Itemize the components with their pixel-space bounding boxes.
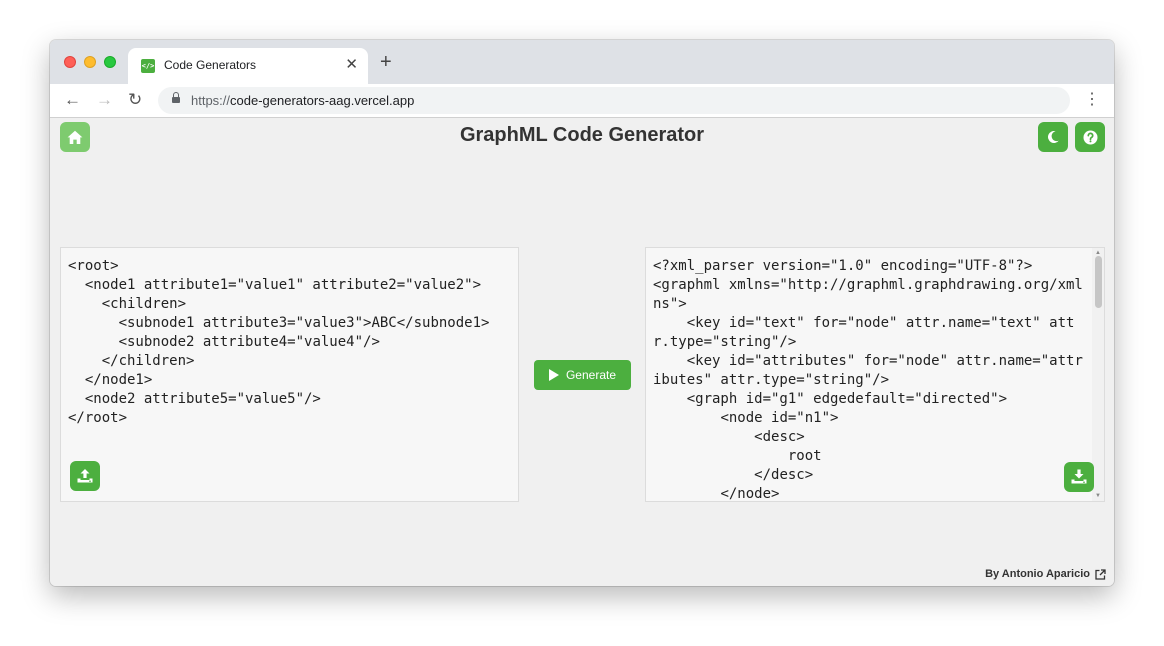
theme-toggle-button[interactable] bbox=[1038, 122, 1068, 152]
address-bar[interactable]: https://code-generators-aag.vercel.app bbox=[158, 87, 1070, 114]
browser-tab[interactable]: </> Code Generators ✕ bbox=[128, 48, 368, 84]
author-credit: By Antonio Aparicio bbox=[985, 568, 1090, 580]
code-favicon-icon: </> bbox=[141, 59, 155, 73]
maximize-window-button[interactable] bbox=[104, 56, 116, 68]
url-host: code-generators-aag.vercel.app bbox=[230, 93, 415, 108]
url-text[interactable]: https://code-generators-aag.vercel.app bbox=[191, 93, 414, 108]
output-code-text[interactable]: <?xml_parser version="1.0" encoding="UTF… bbox=[646, 248, 1104, 501]
forward-button[interactable]: → bbox=[96, 90, 113, 110]
scroll-thumb[interactable] bbox=[1095, 256, 1102, 308]
close-window-button[interactable] bbox=[64, 56, 76, 68]
author-credit-link[interactable]: By Antonio Aparicio bbox=[985, 568, 1106, 580]
input-editor[interactable]: <root> <node1 attribute1="value1" attrib… bbox=[60, 247, 519, 502]
lock-icon bbox=[172, 92, 180, 105]
close-tab-icon[interactable]: ✕ bbox=[345, 56, 358, 74]
scroll-down-icon[interactable]: ▼ bbox=[1095, 493, 1101, 499]
new-tab-button[interactable]: + bbox=[380, 52, 392, 72]
reload-button[interactable]: ↻ bbox=[128, 90, 142, 110]
generate-button[interactable]: Generate bbox=[534, 360, 631, 390]
url-scheme: https:// bbox=[191, 93, 231, 108]
page-title: GraphML Code Generator bbox=[459, 124, 705, 146]
browser-menu-icon[interactable]: ⋮ bbox=[1084, 90, 1100, 110]
output-scrollbar[interactable]: ▲ ▼ bbox=[1092, 248, 1104, 501]
moon-icon bbox=[1048, 130, 1059, 143]
browser-toolbar: ← → ↻ https://code-generators-aag.vercel… bbox=[50, 84, 1114, 118]
download-button[interactable] bbox=[1064, 462, 1094, 492]
browser-window: </> Code Generators ✕ + ← → ↻ https://co… bbox=[50, 40, 1114, 586]
play-icon bbox=[548, 369, 559, 381]
help-button[interactable] bbox=[1075, 122, 1105, 152]
upload-icon bbox=[77, 469, 93, 483]
external-link-icon bbox=[1095, 568, 1106, 580]
download-icon bbox=[1071, 469, 1087, 484]
question-icon bbox=[1083, 130, 1097, 144]
input-code-text[interactable]: <root> <node1 attribute1="value1" attrib… bbox=[61, 248, 518, 437]
tab-title: Code Generators bbox=[164, 58, 257, 72]
app-content: GraphML Code Generator <root> <node1 att… bbox=[50, 118, 1114, 586]
tab-bar: </> Code Generators ✕ + bbox=[50, 40, 1114, 84]
back-button[interactable]: ← bbox=[64, 90, 81, 110]
minimize-window-button[interactable] bbox=[84, 56, 96, 68]
upload-button[interactable] bbox=[70, 461, 100, 491]
output-editor[interactable]: <?xml_parser version="1.0" encoding="UTF… bbox=[645, 247, 1105, 502]
generate-label: Generate bbox=[565, 368, 617, 382]
